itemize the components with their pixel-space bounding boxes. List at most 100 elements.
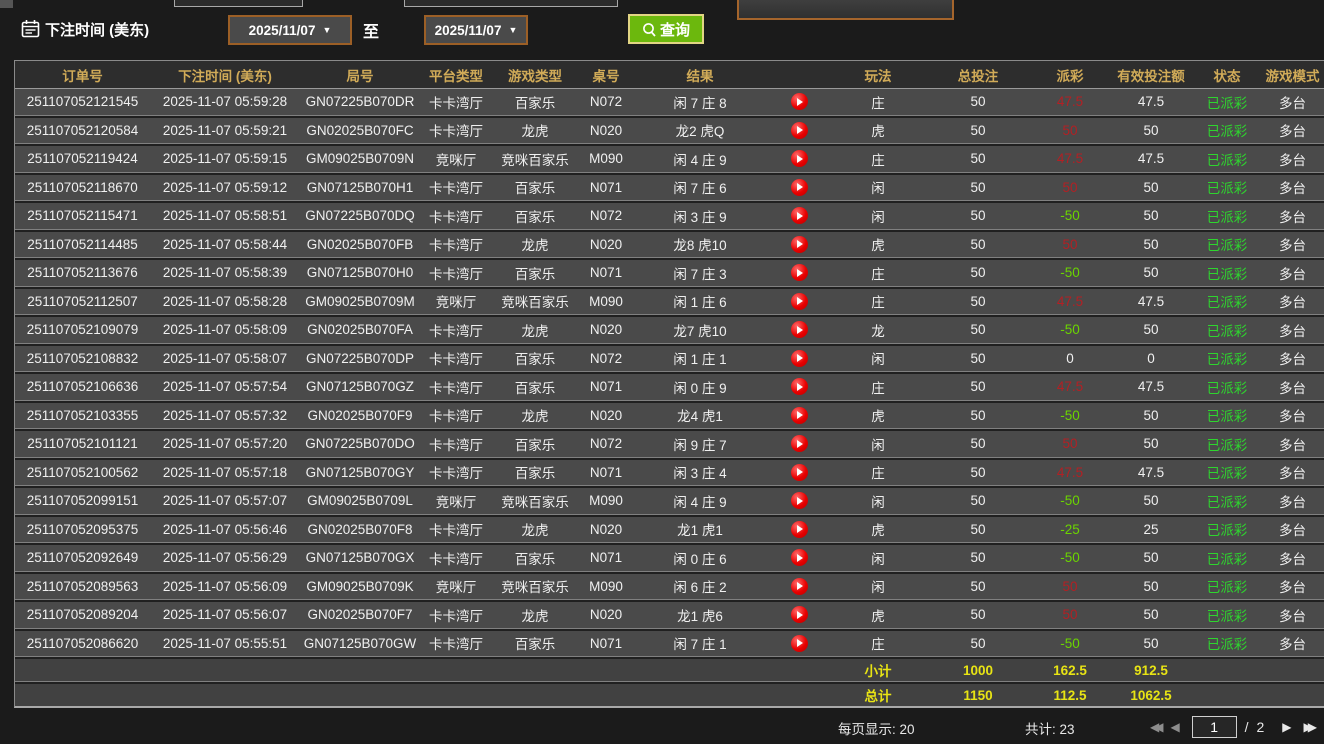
cell-play-method: 闲 xyxy=(832,576,924,596)
cell-order-id: 251107052103355 xyxy=(15,408,150,423)
cell-bet-time: 2025-11-07 05:56:07 xyxy=(150,607,300,622)
cell-status: 已派彩 xyxy=(1194,234,1260,254)
replay-play-icon[interactable] xyxy=(791,93,808,110)
cell-table-no: N072 xyxy=(578,94,634,109)
replay-play-icon[interactable] xyxy=(791,521,808,538)
cell-game-type: 百家乐 xyxy=(492,633,578,653)
cell-table-no: M090 xyxy=(578,493,634,508)
cell-status: 已派彩 xyxy=(1194,149,1260,169)
table-row: 251107052118670 2025-11-07 05:59:12 GN07… xyxy=(15,175,1324,202)
cell-game-type: 百家乐 xyxy=(492,377,578,397)
cell-status: 已派彩 xyxy=(1194,92,1260,112)
cell-result: 闲 3 庄 4 xyxy=(634,462,766,482)
cell-valid-bet: 50 xyxy=(1108,180,1194,195)
filter-bar: 下注时间 (美东) 2025/11/07 ▼ 至 2025/11/07 ▼ 查询 xyxy=(0,12,1324,52)
cell-game-mode: 多台 xyxy=(1260,348,1324,368)
cell-payout: -50 xyxy=(1032,550,1108,565)
cell-game-type: 百家乐 xyxy=(492,434,578,454)
cell-game-mode: 多台 xyxy=(1260,206,1324,226)
replay-play-icon[interactable] xyxy=(791,578,808,595)
caret-down-icon: ▼ xyxy=(322,25,331,35)
replay-play-icon[interactable] xyxy=(791,207,808,224)
cell-play-method: 虎 xyxy=(832,605,924,625)
date-from-select[interactable]: 2025/11/07 ▼ xyxy=(228,15,352,45)
query-button[interactable]: 查询 xyxy=(628,14,704,44)
cell-order-id: 251107052119424 xyxy=(15,151,150,166)
cell-platform: 卡卡湾厅 xyxy=(420,519,492,539)
cell-valid-bet: 50 xyxy=(1108,123,1194,138)
replay-play-icon[interactable] xyxy=(791,321,808,338)
replay-play-icon[interactable] xyxy=(791,150,808,167)
replay-play-icon[interactable] xyxy=(791,435,808,452)
cell-result: 闲 1 庄 1 xyxy=(634,348,766,368)
cell-status: 已派彩 xyxy=(1194,291,1260,311)
top-cut-input-right[interactable] xyxy=(404,0,618,7)
table-row: 251107052095375 2025-11-07 05:56:46 GN02… xyxy=(15,517,1324,544)
top-cut-tab xyxy=(0,0,13,8)
cell-game-type: 百家乐 xyxy=(492,462,578,482)
prev-page-button[interactable]: ◀ xyxy=(1170,720,1179,734)
search-icon xyxy=(642,22,657,37)
replay-play-icon[interactable] xyxy=(791,264,808,281)
replay-play-icon[interactable] xyxy=(791,606,808,623)
next-page-button[interactable]: ▶ xyxy=(1282,720,1291,734)
cell-game-type: 龙虎 xyxy=(492,519,578,539)
replay-play-icon[interactable] xyxy=(791,407,808,424)
cell-order-id: 251107052100562 xyxy=(15,465,150,480)
cell-status: 已派彩 xyxy=(1194,177,1260,197)
cell-status: 已派彩 xyxy=(1194,548,1260,568)
cell-status: 已派彩 xyxy=(1194,605,1260,625)
cell-table-no: N071 xyxy=(578,636,634,651)
replay-play-icon[interactable] xyxy=(791,635,808,652)
last-page-button[interactable]: ▶▶ xyxy=(1304,720,1312,734)
table-row: 251107052109079 2025-11-07 05:58:09 GN02… xyxy=(15,317,1324,344)
cell-valid-bet: 25 xyxy=(1108,522,1194,537)
current-page-input[interactable]: 1 xyxy=(1192,716,1237,738)
date-to-value: 2025/11/07 xyxy=(435,23,502,38)
replay-play-icon[interactable] xyxy=(791,378,808,395)
cell-order-id: 251107052118670 xyxy=(15,180,150,195)
replay-play-icon[interactable] xyxy=(791,236,808,253)
header-bet-time: 下注时间 (美东) xyxy=(150,65,300,85)
replay-play-icon[interactable] xyxy=(791,464,808,481)
cell-order-id: 251107052121545 xyxy=(15,94,150,109)
table-row: 251107052089204 2025-11-07 05:56:07 GN02… xyxy=(15,602,1324,629)
cell-game-type: 龙虎 xyxy=(492,320,578,340)
top-cut-input-left[interactable] xyxy=(174,0,303,7)
cell-total-bet: 50 xyxy=(924,579,1032,594)
replay-play-icon[interactable] xyxy=(791,122,808,139)
cell-game-mode: 多台 xyxy=(1260,263,1324,283)
cell-platform: 卡卡湾厅 xyxy=(420,320,492,340)
cell-play-method: 闲 xyxy=(832,491,924,511)
replay-play-icon[interactable] xyxy=(791,350,808,367)
cell-payout: 47.5 xyxy=(1032,379,1108,394)
cell-bet-time: 2025-11-07 05:57:20 xyxy=(150,436,300,451)
header-table-no: 桌号 xyxy=(578,65,634,85)
total-bet: 1150 xyxy=(924,688,1032,703)
cell-result: 闲 4 庄 9 xyxy=(634,149,766,169)
replay-play-icon[interactable] xyxy=(791,549,808,566)
subtotal-label: 小计 xyxy=(832,660,924,680)
date-to-select[interactable]: 2025/11/07 ▼ xyxy=(424,15,528,45)
cell-order-id: 251107052115471 xyxy=(15,208,150,223)
first-page-button[interactable]: ◀◀ xyxy=(1150,720,1158,734)
cell-platform: 卡卡湾厅 xyxy=(420,263,492,283)
subtotal-bet: 1000 xyxy=(924,663,1032,678)
subtotal-payout: 162.5 xyxy=(1032,663,1108,678)
total-label: 总计 xyxy=(832,685,924,705)
cell-game-mode: 多台 xyxy=(1260,434,1324,454)
cell-platform: 卡卡湾厅 xyxy=(420,605,492,625)
replay-play-icon[interactable] xyxy=(791,179,808,196)
header-status: 状态 xyxy=(1194,65,1260,85)
replay-play-icon[interactable] xyxy=(791,492,808,509)
cell-game-type: 龙虎 xyxy=(492,234,578,254)
cell-game-mode: 多台 xyxy=(1260,519,1324,539)
cell-play-method: 虎 xyxy=(832,234,924,254)
cell-table-no: M090 xyxy=(578,294,634,309)
cell-order-id: 251107052089563 xyxy=(15,579,150,594)
header-round-id: 局号 xyxy=(300,65,420,85)
replay-play-icon[interactable] xyxy=(791,293,808,310)
header-play-method: 玩法 xyxy=(832,65,924,85)
cell-order-id: 251107052099151 xyxy=(15,493,150,508)
cell-table-no: N071 xyxy=(578,550,634,565)
